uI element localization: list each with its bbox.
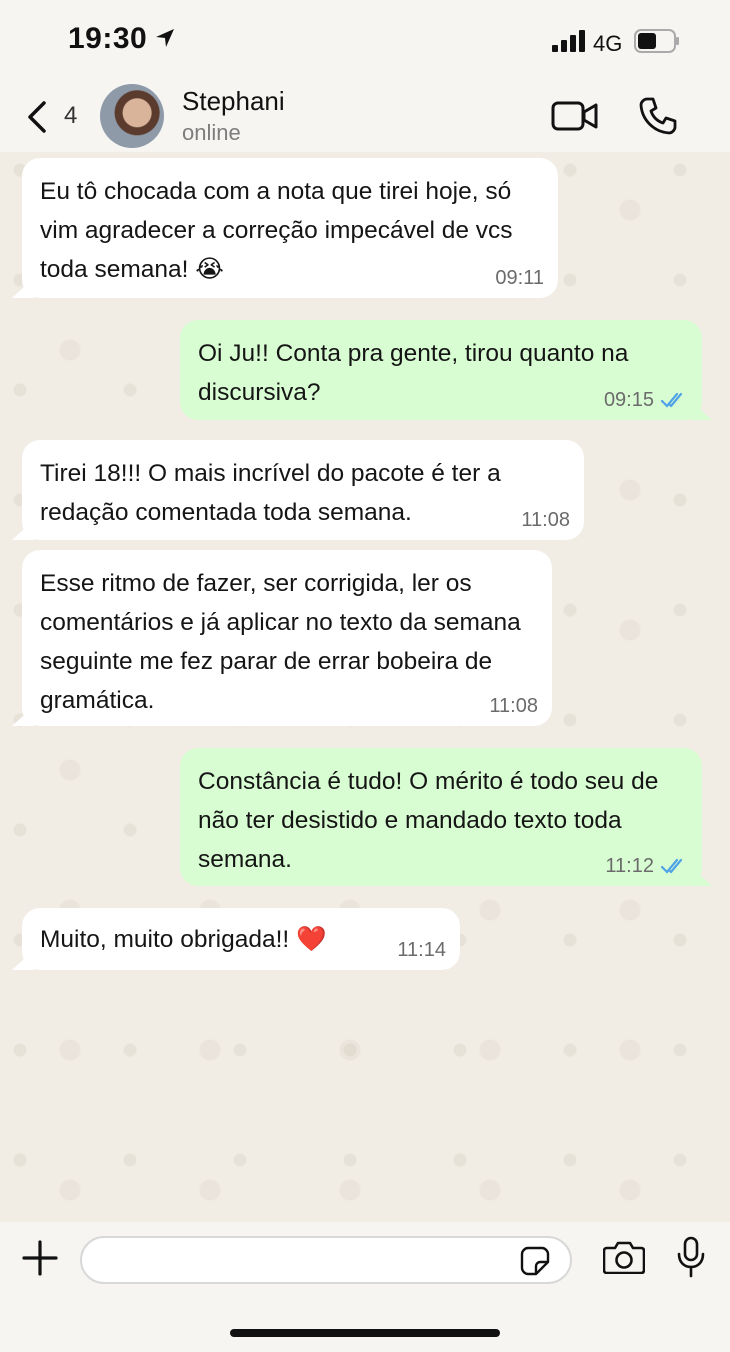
contact-name[interactable]: Stephani [182, 86, 285, 117]
message-bubble-outgoing[interactable]: Oi Ju!! Conta pra gente, tirou quanto na… [180, 320, 702, 420]
phone-call-icon[interactable] [638, 96, 678, 136]
message-text: Constância é tudo! O mérito é todo seu d… [198, 768, 659, 873]
signal-icon [552, 30, 585, 52]
network-type: 4G [593, 31, 623, 56]
message-bubble-incoming[interactable]: Muito, muito obrigada!! ❤️ 11:14 [22, 908, 460, 970]
message-bubble-incoming[interactable]: Esse ritmo de fazer, ser corrigida, ler … [22, 550, 552, 726]
message-bubble-incoming[interactable]: Tirei 18!!! O mais incrível do pacote é … [22, 440, 584, 540]
status-bar: 19:30 4G [0, 0, 730, 80]
back-chevron-icon[interactable] [24, 100, 50, 134]
message-text: Oi Ju!! Conta pra gente, tirou quanto na… [198, 340, 629, 406]
read-double-check-icon [660, 392, 683, 408]
sticker-icon[interactable] [520, 1246, 550, 1276]
message-time: 11:08 [489, 695, 538, 717]
message-time: 11:08 [521, 509, 570, 531]
message-bubble-outgoing[interactable]: Constância é tudo! O mérito é todo seu d… [180, 748, 702, 886]
home-indicator [230, 1329, 500, 1337]
message-text: Muito, muito obrigada!! ❤️ [40, 926, 327, 953]
status-time: 19:30 [68, 22, 148, 55]
plus-icon[interactable] [22, 1240, 58, 1276]
microphone-icon[interactable] [676, 1236, 706, 1278]
location-arrow-icon [156, 29, 174, 47]
contact-avatar[interactable] [100, 84, 164, 148]
contact-presence: online [182, 120, 241, 145]
message-input[interactable] [80, 1236, 572, 1284]
message-time: 09:15 [603, 389, 654, 411]
battery-icon [634, 29, 679, 53]
message-time: 09:11 [495, 267, 544, 289]
message-text: Eu tô chocada com a nota que tirei hoje,… [40, 178, 513, 283]
video-call-icon[interactable] [551, 100, 599, 132]
message-time: 11:12 [605, 855, 654, 877]
chat-header: 4 Stephani online [0, 80, 730, 152]
camera-icon[interactable] [603, 1240, 645, 1274]
read-double-check-icon [660, 858, 683, 874]
message-text: Tirei 18!!! O mais incrível do pacote é … [40, 460, 501, 526]
message-time: 11:14 [397, 939, 446, 961]
message-text: Esse ritmo de fazer, ser corrigida, ler … [40, 570, 521, 714]
unread-count[interactable]: 4 [64, 102, 77, 130]
message-bubble-incoming[interactable]: Eu tô chocada com a nota que tirei hoje,… [22, 158, 558, 298]
